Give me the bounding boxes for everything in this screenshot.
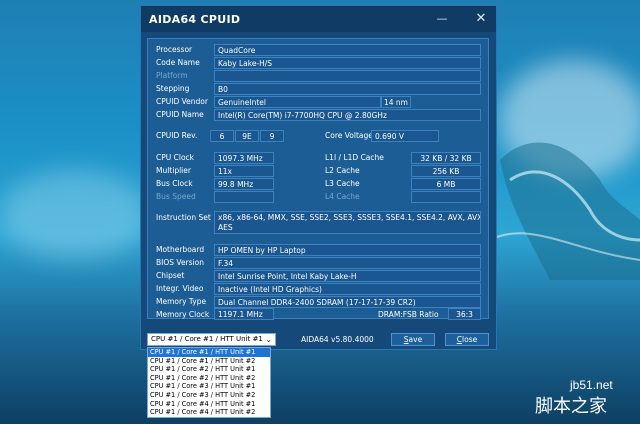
bus-speed-label: Bus Speed (156, 192, 196, 201)
cpu-clock-value: 1097.3 MHz (214, 152, 274, 164)
cpuid-rev-stepping: 9 (260, 130, 284, 142)
dram-fsb-value: 36:3 (448, 308, 481, 320)
bus-clock-value: 99.8 MHz (214, 178, 274, 190)
memory-type-value: Dual Channel DDR4-2400 SDRAM (17-17-17-3… (214, 296, 481, 308)
motherboard-label: Motherboard (156, 245, 205, 254)
stepping-value: B0 (214, 83, 481, 95)
integrated-video-value: Inactive (Intel HD Graphics) (214, 283, 481, 295)
bios-version-value: F.34 (214, 257, 481, 269)
platform-value (214, 70, 481, 82)
bios-version-label: BIOS Version (156, 258, 204, 267)
l2-cache-label: L2 Cache (325, 166, 360, 175)
chevron-down-icon[interactable]: ⌄ (265, 334, 272, 345)
chipset-value: Intel Sunrise Point, Intel Kaby Lake-H (214, 270, 481, 282)
dropdown-option[interactable]: CPU #1 / Core #2 / HTT Unit #2 (148, 374, 270, 383)
cpuid-rev-label: CPUID Rev. (156, 131, 198, 140)
dropdown-option[interactable]: CPU #1 / Core #3 / HTT Unit #1 (148, 382, 270, 391)
l1-cache-label: L1I / L1D Cache (325, 153, 384, 162)
cpuid-rev-family: 6 (210, 130, 234, 142)
minimize-icon[interactable]: — (432, 10, 452, 28)
dropdown-option[interactable]: CPU #1 / Core #1 / HTT Unit #2 (148, 357, 270, 366)
instruction-set-label: Instruction Set (156, 213, 211, 222)
chipset-label: Chipset (156, 271, 185, 280)
l3-cache-label: L3 Cache (325, 179, 360, 188)
instruction-set-value: x86, x86-64, MMX, SSE, SSE2, SSE3, SSSE3… (214, 211, 481, 234)
save-button[interactable]: Save (391, 333, 435, 346)
dropdown-option[interactable]: CPU #1 / Core #3 / HTT Unit #2 (148, 391, 270, 400)
dropdown-option[interactable]: CPU #1 / Core #4 / HTT Unit #1 (148, 400, 270, 409)
cpuid-name-label: CPUID Name (156, 110, 204, 119)
l2-cache-value: 256 KB (411, 165, 481, 177)
instruction-set-line2: AES (218, 223, 233, 232)
wave-decoration (490, 142, 640, 280)
cpu-unit-select[interactable]: CPU #1 / Core #1 / HTT Unit #1 ⌄ (147, 333, 276, 346)
motherboard-value: HP OMEN by HP Laptop (214, 244, 481, 256)
processor-label: Processor (156, 45, 193, 54)
cpu-unit-selected: CPU #1 / Core #1 / HTT Unit #1 (151, 335, 263, 343)
close-icon[interactable]: ✕ (471, 10, 491, 28)
window-title: AIDA64 CPUID (149, 13, 241, 26)
bus-clock-label: Bus Clock (156, 179, 193, 188)
memory-clock-value: 1197.1 MHz (214, 308, 274, 320)
process-node-value: 14 nm (381, 96, 411, 108)
title-bar[interactable]: AIDA64 CPUID — ✕ (141, 6, 496, 32)
cpuid-vendor-label: CPUID Vendor (156, 97, 208, 106)
integrated-video-label: Integr. Video (156, 284, 204, 293)
code-name-value: Kaby Lake-H/S (214, 57, 481, 69)
l1-cache-value: 32 KB / 32 KB (411, 152, 481, 164)
code-name-label: Code Name (156, 58, 200, 67)
cpu-info-panel: Processor QuadCore Code Name Kaby Lake-H… (147, 38, 489, 320)
platform-label: Platform (156, 71, 188, 80)
cpuid-name-value: Intel(R) Core(TM) i7-7700HQ CPU @ 2.80GH… (214, 109, 481, 121)
cpu-unit-dropdown-list[interactable]: CPU #1 / Core #1 / HTT Unit #1 CPU #1 / … (147, 347, 271, 418)
dropdown-option[interactable]: CPU #1 / Core #4 / HTT Unit #2 (148, 408, 270, 417)
l4-cache-value (411, 191, 481, 203)
dram-fsb-label: DRAM:FSB Ratio (378, 310, 439, 319)
cpuid-window: AIDA64 CPUID — ✕ Processor QuadCore Code… (140, 5, 497, 350)
l4-cache-label: L4 Cache (325, 192, 360, 201)
instruction-set-line1: x86, x86-64, MMX, SSE, SSE2, SSE3, SSSE3… (218, 213, 481, 222)
l3-cache-value: 6 MB (411, 178, 481, 190)
watermark-name: 脚本之家 (535, 396, 607, 416)
cpu-clock-label: CPU Clock (156, 153, 195, 162)
core-voltage-value: 0.690 V (371, 130, 439, 142)
watermark-site: jb51.net (570, 378, 613, 392)
cpuid-rev-model: 9E (235, 130, 259, 142)
multiplier-value: 11x (214, 165, 274, 177)
bus-speed-value (214, 191, 274, 203)
version-label: AIDA64 v5.80.4000 (301, 335, 374, 344)
close-button[interactable]: Close (445, 333, 489, 346)
processor-value: QuadCore (214, 44, 481, 56)
stepping-label: Stepping (156, 84, 190, 93)
core-voltage-label: Core Voltage (325, 131, 373, 140)
dropdown-option[interactable]: CPU #1 / Core #2 / HTT Unit #1 (148, 365, 270, 374)
memory-clock-label: Memory Clock (156, 310, 210, 319)
background-glow (0, 170, 150, 260)
memory-type-label: Memory Type (156, 297, 207, 306)
cpuid-vendor-value: GenuineIntel (214, 96, 381, 108)
multiplier-label: Multiplier (156, 166, 191, 175)
dropdown-option[interactable]: CPU #1 / Core #1 / HTT Unit #1 (148, 348, 270, 357)
